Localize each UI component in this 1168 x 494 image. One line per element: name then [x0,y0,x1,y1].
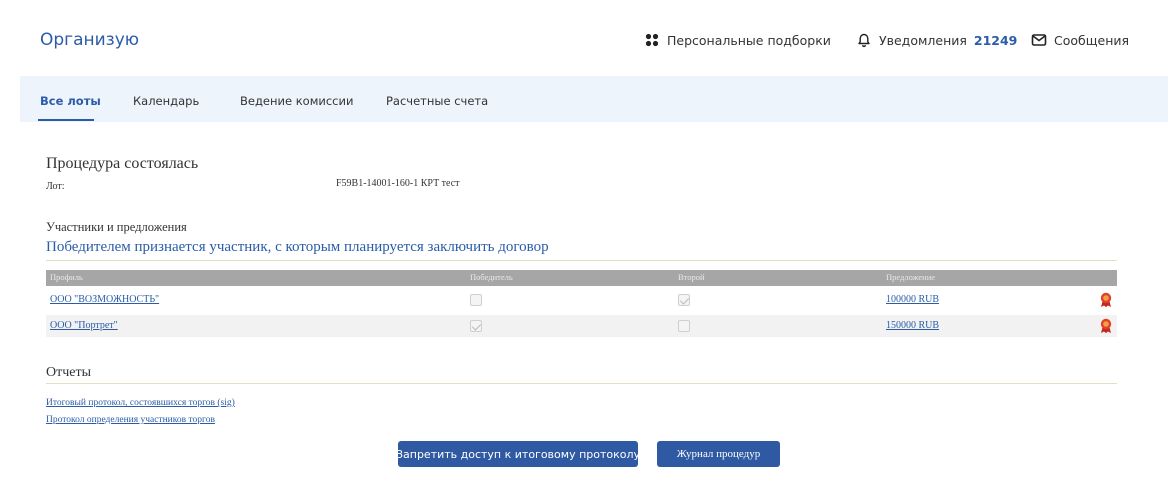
notifications-link[interactable]: Уведомления 21249 [856,32,1017,48]
final-protocol-sig-link[interactable]: (sig) [217,398,234,408]
tab-all-lots[interactable]: Все лоты [40,94,101,108]
winner-rule-heading: Победителем признается участник, с котор… [46,239,549,255]
table-row: ООО "Портрет" 150000 RUB [46,315,1117,337]
second-checkbox [678,320,690,332]
participant-profile-link[interactable]: ООО "ВОЗМОЖНОСТЬ" [50,294,159,305]
personal-selections-link[interactable]: Персональные подборки [644,32,831,48]
lot-value: F59B1-14001-160-1 КРТ тест [336,178,460,189]
award-icon[interactable] [1099,292,1113,308]
active-tab-indicator [38,119,94,121]
notifications-label: Уведомления [879,32,967,48]
award-icon[interactable] [1099,318,1113,334]
tab-calendar[interactable]: Календарь [133,94,199,108]
offer-link[interactable]: 150000 RUB [886,320,939,331]
grid-dots-icon [645,33,659,47]
divider [46,383,1117,384]
reports-heading: Отчеты [46,365,92,380]
deny-access-button[interactable]: Запретить доступ к итоговому протоколу [396,441,640,467]
participant-profile-link[interactable]: ООО "Портрет" [50,320,118,331]
table-row: ООО "ВОЗМОЖНОСТЬ" 100000 RUB [46,289,1117,311]
column-header-profile: Профиль [50,272,83,282]
column-header-winner: Победитель [470,272,513,282]
second-checkbox [678,294,690,306]
notifications-count: 21249 [973,32,1018,48]
winner-checkbox [470,320,482,332]
tab-commission[interactable]: Ведение комиссии [240,94,353,108]
top-bar: Организую Персональные подборки Уведомле… [0,0,1168,76]
final-protocol-link[interactable]: Итоговый протокол, состоявшихся торгов (… [46,398,235,408]
procedure-journal-button[interactable]: Журнал процедур [657,441,780,467]
messages-link[interactable]: Сообщения [1031,32,1129,48]
final-protocol-label: Итоговый протокол, состоявшихся торгов [46,398,215,408]
table-header: Профиль Победитель Второй Предложение [46,270,1117,286]
messages-label: Сообщения [1054,32,1130,48]
column-header-second: Второй [678,272,705,282]
brand-logo[interactable]: Организую [40,30,139,50]
winner-checkbox [470,294,482,306]
participants-protocol-link[interactable]: Протокол определения участников торгов [46,415,215,425]
participants-heading: Участники и предложения [46,220,187,234]
tab-accounts[interactable]: Расчетные счета [386,94,488,108]
bell-icon [858,33,870,48]
column-header-offer: Предложение [886,272,936,282]
procedure-status: Процедура состоялась [46,155,199,172]
personal-selections-label: Персональные подборки [667,32,831,48]
offer-link[interactable]: 100000 RUB [886,294,939,305]
lot-label: Лот: [46,181,65,192]
divider [46,260,1117,261]
envelope-icon [1031,34,1047,46]
